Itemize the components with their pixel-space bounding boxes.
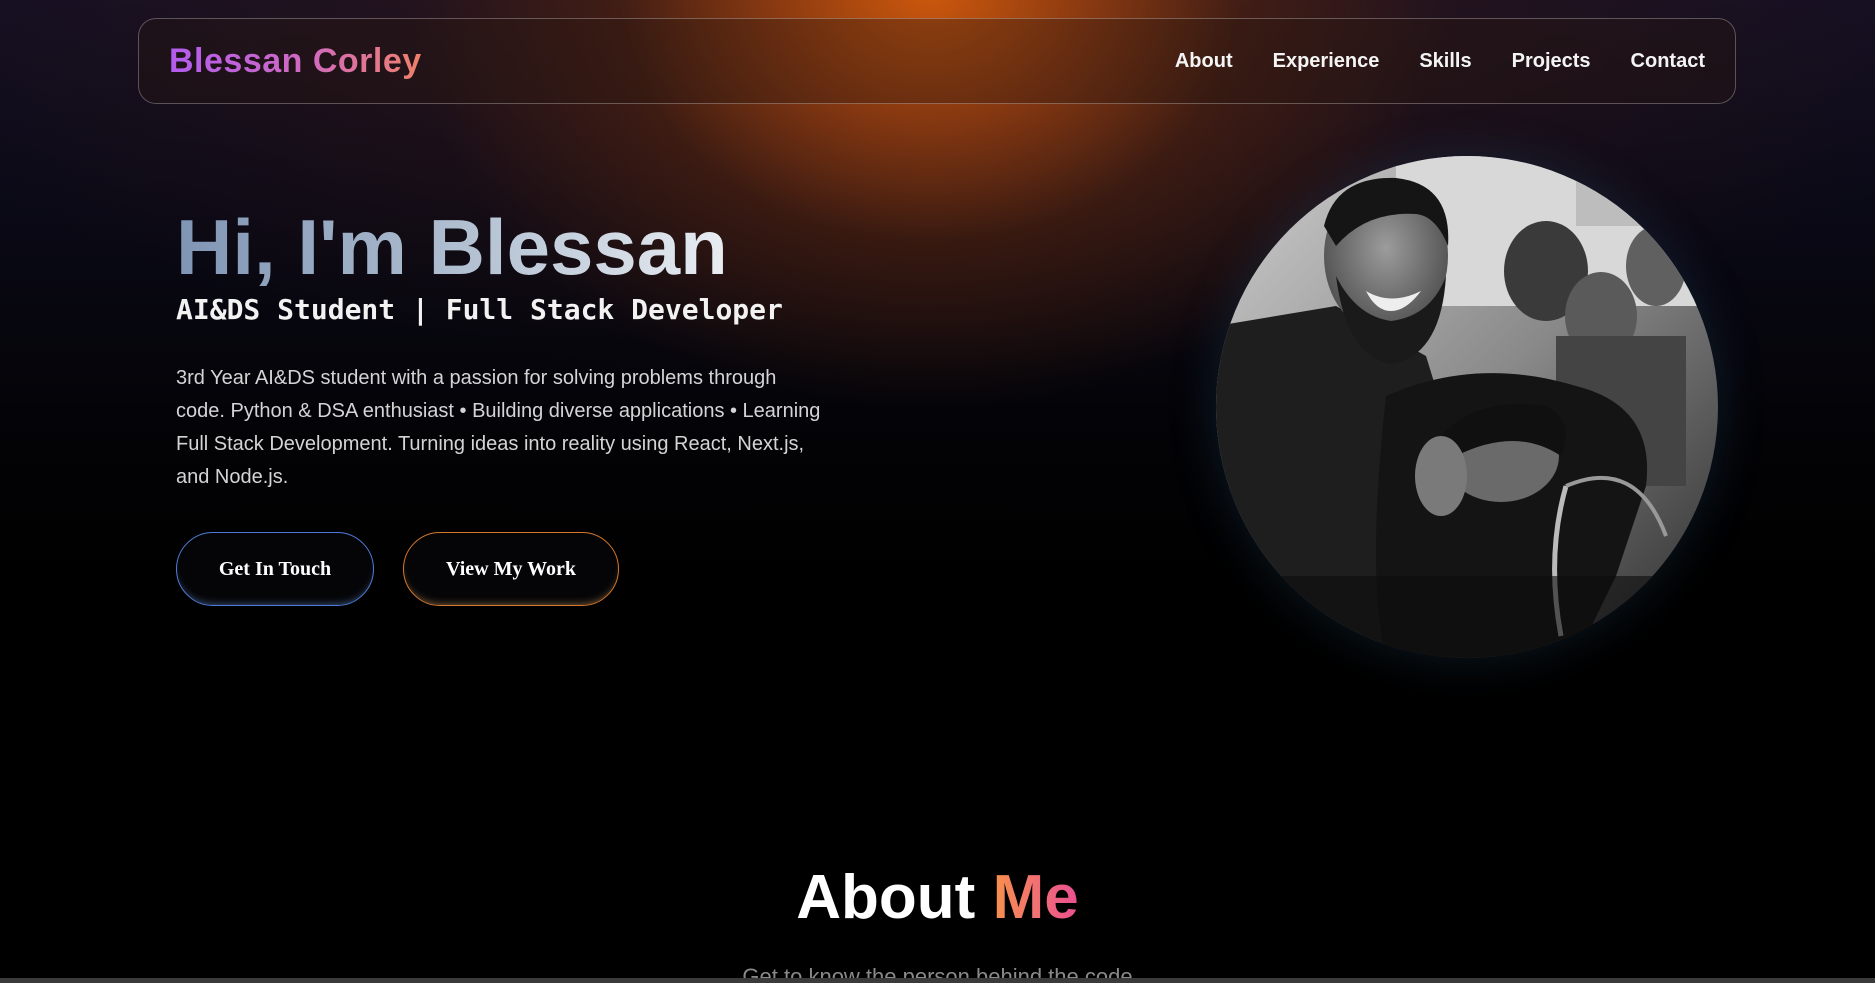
brand-logo[interactable]: Blessan Corley bbox=[169, 42, 422, 81]
nav-link-projects[interactable]: Projects bbox=[1512, 50, 1591, 73]
nav-links: About Experience Skills Projects Contact bbox=[1175, 50, 1705, 73]
hero-subtitle: AI&DS Student | Full Stack Developer bbox=[176, 293, 783, 326]
navbar: Blessan Corley About Experience Skills P… bbox=[138, 18, 1736, 104]
get-in-touch-button[interactable]: Get In Touch bbox=[176, 532, 374, 606]
view-my-work-button[interactable]: View My Work bbox=[403, 532, 619, 606]
nav-link-contact[interactable]: Contact bbox=[1631, 50, 1705, 73]
profile-photo bbox=[1216, 156, 1718, 658]
about-heading-word-2: Me bbox=[992, 863, 1079, 932]
nav-link-skills[interactable]: Skills bbox=[1419, 50, 1471, 73]
about-heading: About Me bbox=[0, 860, 1875, 936]
about-heading-word-1: About bbox=[796, 863, 976, 932]
nav-link-experience[interactable]: Experience bbox=[1273, 50, 1380, 73]
portfolio-page: Blessan Corley About Experience Skills P… bbox=[0, 0, 1875, 983]
window-bottom-edge bbox=[0, 978, 1875, 983]
profile-photo-image bbox=[1216, 156, 1718, 658]
hero-title: Hi, I'm Blessan bbox=[176, 203, 728, 291]
nav-link-about[interactable]: About bbox=[1175, 50, 1233, 73]
hero-description: 3rd Year AI&DS student with a passion fo… bbox=[176, 367, 821, 488]
